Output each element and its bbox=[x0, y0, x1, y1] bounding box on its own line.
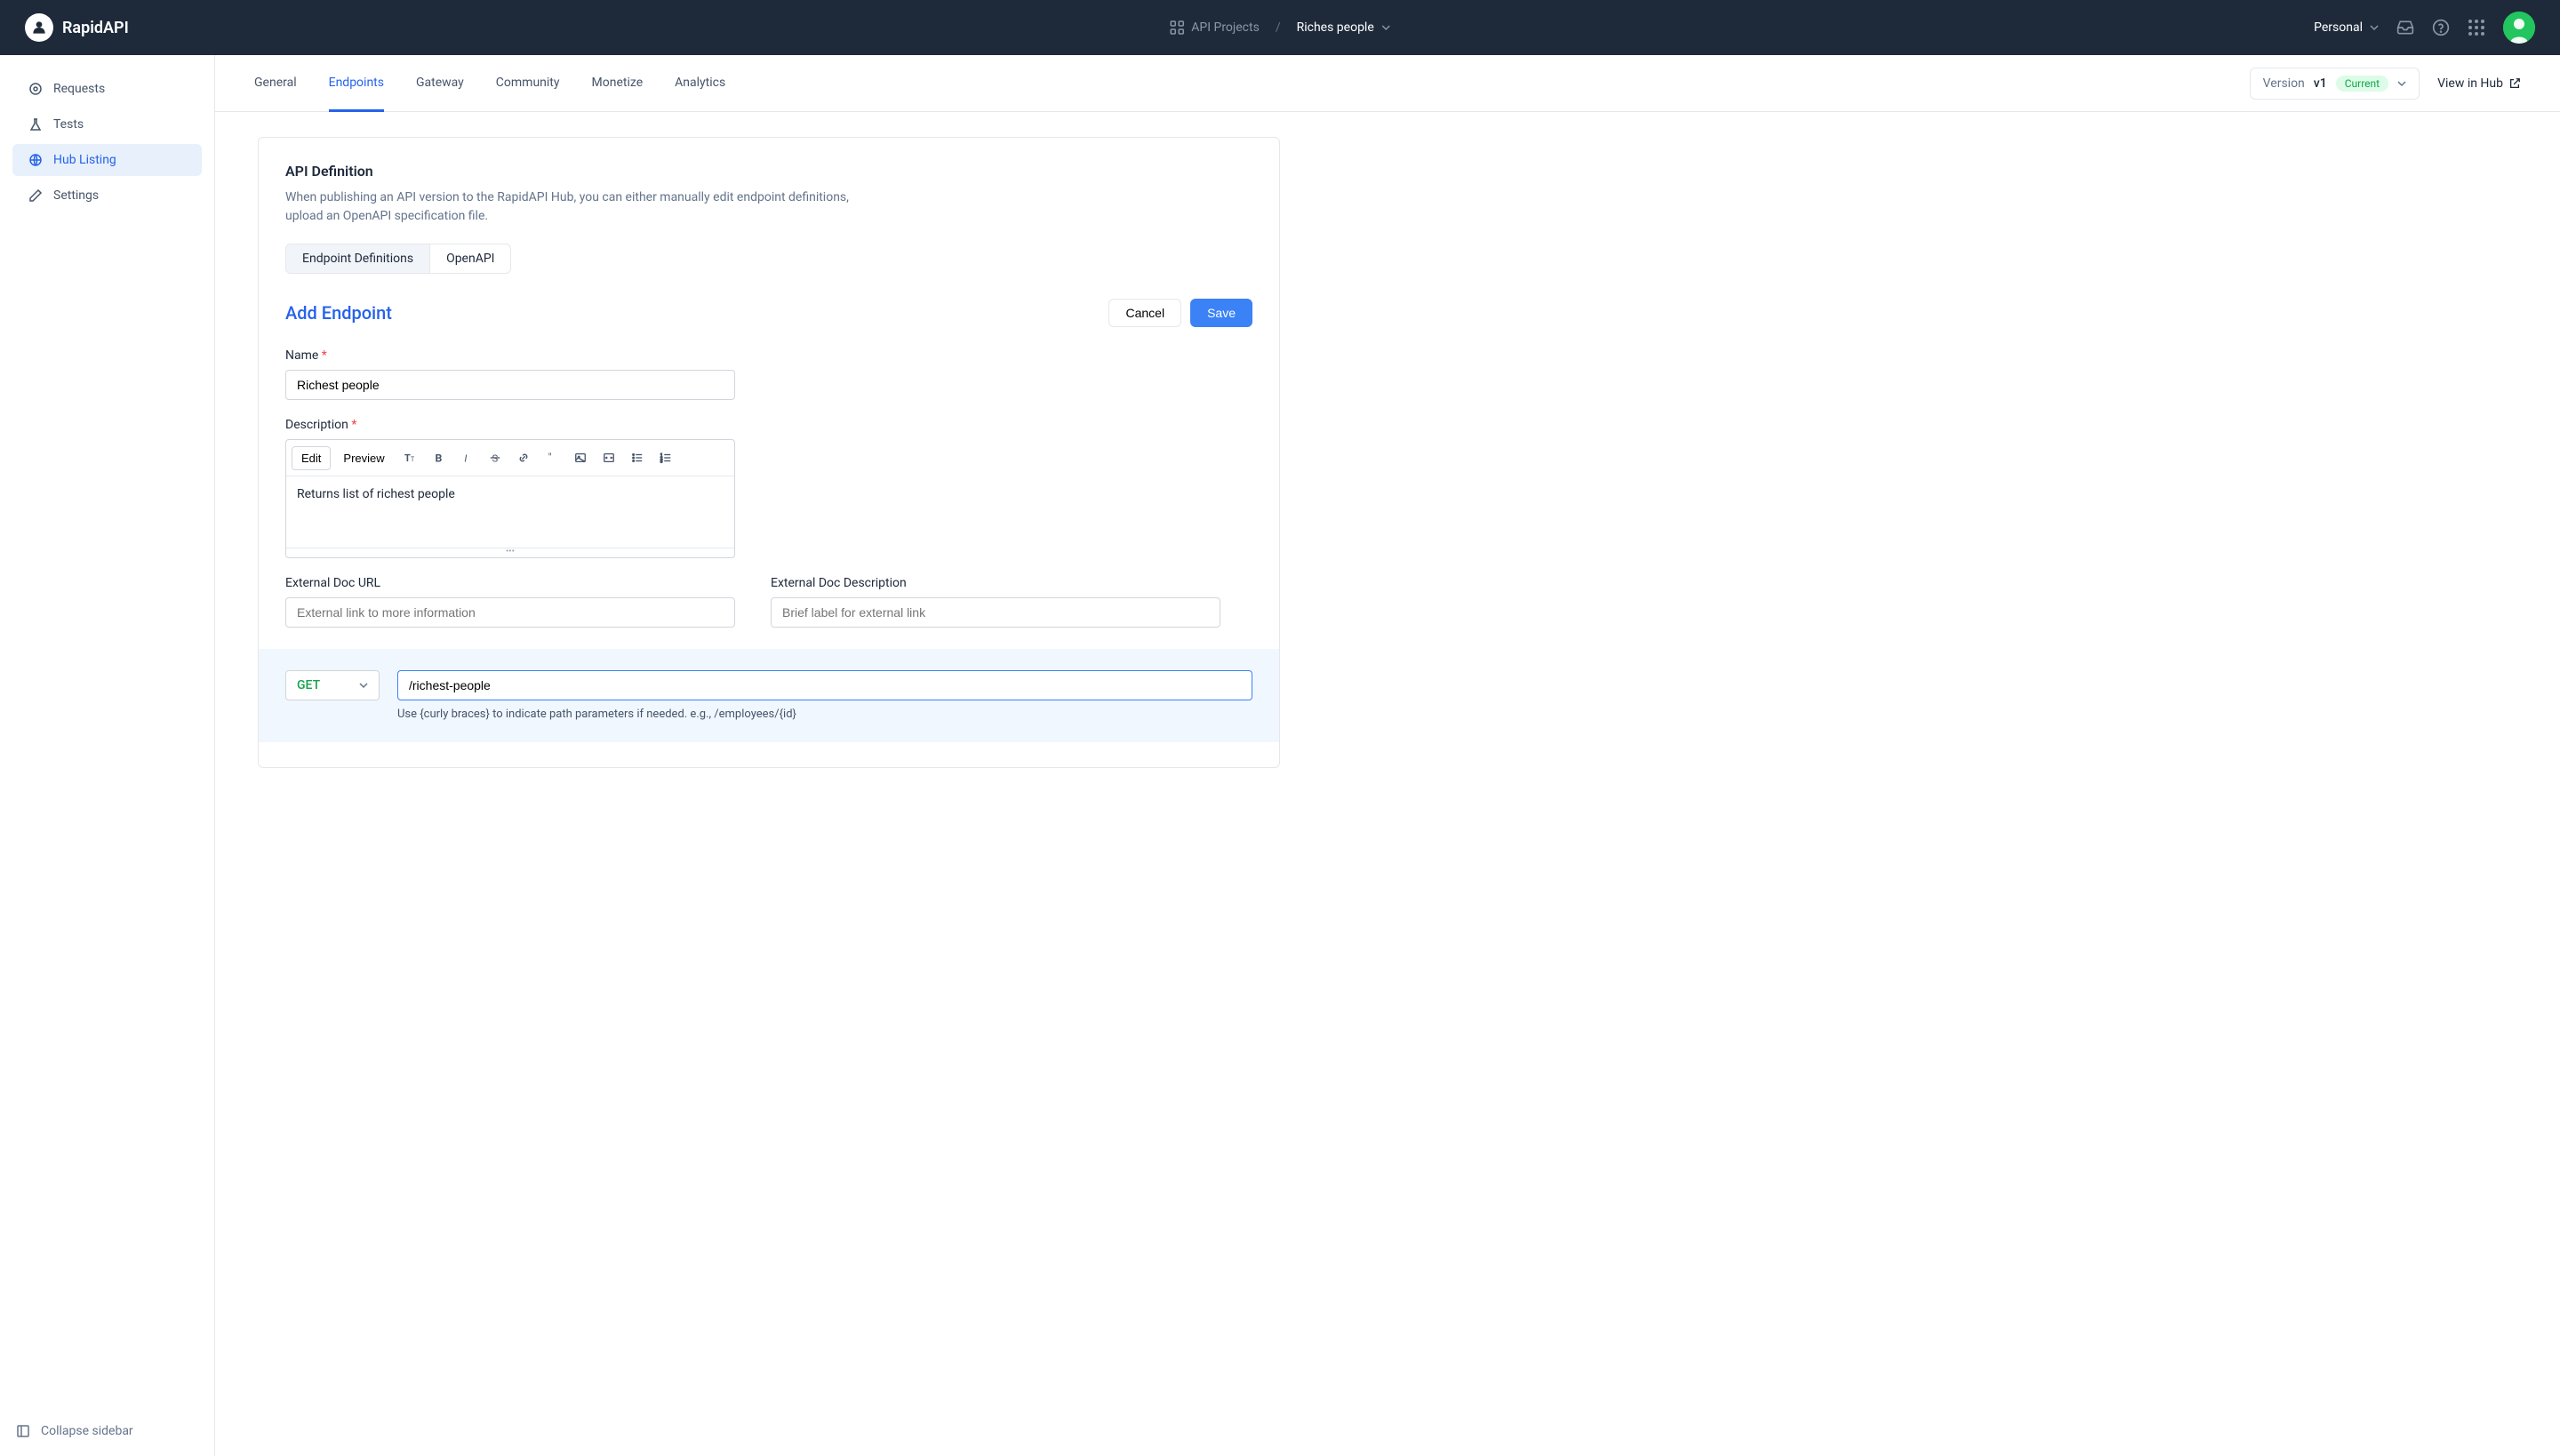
strikethrough-icon[interactable]: S bbox=[483, 445, 508, 470]
save-button[interactable]: Save bbox=[1190, 299, 1252, 327]
header-right: Personal bbox=[2314, 12, 2535, 44]
brand-name: RapidAPI bbox=[62, 19, 129, 37]
sidebar-item-settings[interactable]: Settings bbox=[12, 180, 202, 212]
chevron-down-icon bbox=[359, 681, 368, 690]
tab-monetize[interactable]: Monetize bbox=[592, 55, 644, 112]
user-avatar[interactable] bbox=[2503, 12, 2535, 44]
editor-resize-handle[interactable]: ••• bbox=[286, 548, 734, 557]
section-title: API Definition bbox=[285, 163, 1252, 180]
path-hint-text: Use {curly braces} to indicate path para… bbox=[397, 708, 1252, 721]
sidebar-item-hub-listing[interactable]: Hub Listing bbox=[12, 144, 202, 176]
subtab-openapi[interactable]: OpenAPI bbox=[430, 244, 511, 274]
code-icon[interactable] bbox=[596, 445, 621, 470]
svg-text:B: B bbox=[435, 452, 442, 464]
svg-text:I: I bbox=[464, 452, 467, 464]
globe-icon bbox=[28, 153, 43, 167]
external-doc-desc-input[interactable] bbox=[771, 597, 1220, 628]
chevron-down-icon bbox=[2397, 79, 2406, 88]
breadcrumb-separator: / bbox=[1276, 20, 1281, 35]
svg-text:3: 3 bbox=[660, 460, 663, 464]
sidebar-item-label: Hub Listing bbox=[53, 153, 116, 167]
logo-icon bbox=[25, 13, 53, 42]
heading-icon[interactable]: TT bbox=[397, 445, 422, 470]
svg-text:T: T bbox=[411, 456, 415, 463]
pencil-icon bbox=[28, 188, 43, 203]
collapse-icon bbox=[16, 1424, 30, 1438]
version-selector[interactable]: Version v1 Current bbox=[2250, 68, 2420, 100]
form-title: Add Endpoint bbox=[285, 302, 392, 324]
sidebar-item-requests[interactable]: Requests bbox=[12, 73, 202, 105]
sidebar: Requests Tests Hub Listing Settings Coll… bbox=[0, 55, 215, 1456]
http-method-select[interactable]: GET bbox=[285, 670, 380, 700]
sidebar-item-tests[interactable]: Tests bbox=[12, 108, 202, 140]
view-in-hub-link[interactable]: View in Hub bbox=[2437, 76, 2521, 91]
cancel-button[interactable]: Cancel bbox=[1108, 299, 1181, 327]
edit-button[interactable]: Edit bbox=[292, 446, 331, 470]
breadcrumb-current[interactable]: Riches people bbox=[1297, 20, 1390, 35]
description-textarea[interactable]: Returns list of richest people bbox=[286, 476, 734, 548]
help-icon[interactable] bbox=[2432, 19, 2450, 36]
apps-grid-icon[interactable] bbox=[2468, 19, 2485, 36]
endpoint-path-section: GET Use {curly braces} to indicate path … bbox=[259, 649, 1279, 742]
description-label: Description * bbox=[285, 418, 1252, 432]
svg-text:T: T bbox=[404, 452, 411, 464]
tab-endpoints[interactable]: Endpoints bbox=[329, 55, 384, 112]
preview-button[interactable]: Preview bbox=[334, 447, 393, 469]
target-icon bbox=[28, 82, 43, 96]
ordered-list-icon[interactable]: 123 bbox=[653, 445, 678, 470]
version-badge: Current bbox=[2336, 76, 2388, 92]
sidebar-item-label: Tests bbox=[53, 117, 84, 132]
external-doc-url-label: External Doc URL bbox=[285, 576, 735, 590]
section-description: When publishing an API version to the Ra… bbox=[285, 188, 863, 226]
collapse-sidebar-button[interactable]: Collapse sidebar bbox=[0, 1406, 214, 1456]
tab-analytics[interactable]: Analytics bbox=[675, 55, 725, 112]
tab-bar: General Endpoints Gateway Community Mone… bbox=[215, 55, 2560, 112]
unordered-list-icon[interactable] bbox=[625, 445, 650, 470]
sidebar-item-label: Requests bbox=[53, 82, 105, 96]
tab-community[interactable]: Community bbox=[496, 55, 560, 112]
bold-icon[interactable]: B bbox=[426, 445, 451, 470]
italic-icon[interactable]: I bbox=[454, 445, 479, 470]
subtab-endpoint-definitions[interactable]: Endpoint Definitions bbox=[285, 244, 430, 274]
external-doc-desc-label: External Doc Description bbox=[771, 576, 1220, 590]
flask-icon bbox=[28, 117, 43, 132]
description-editor: Edit Preview TT B I S " bbox=[285, 439, 735, 558]
workspace-selector[interactable]: Personal bbox=[2314, 20, 2379, 35]
tab-gateway[interactable]: Gateway bbox=[416, 55, 464, 112]
name-input[interactable] bbox=[285, 370, 735, 400]
tab-general[interactable]: General bbox=[254, 55, 297, 112]
image-icon[interactable] bbox=[568, 445, 593, 470]
editor-toolbar: Edit Preview TT B I S " bbox=[286, 440, 734, 476]
sidebar-item-label: Settings bbox=[53, 188, 99, 203]
breadcrumb: API Projects / Riches people bbox=[1170, 20, 1390, 35]
main-content: General Endpoints Gateway Community Mone… bbox=[215, 55, 2560, 1456]
endpoint-path-input[interactable] bbox=[397, 670, 1252, 700]
quote-icon[interactable]: " bbox=[540, 445, 564, 470]
brand-logo[interactable]: RapidAPI bbox=[25, 13, 129, 42]
name-label: Name * bbox=[285, 348, 1252, 363]
link-icon[interactable] bbox=[511, 445, 536, 470]
breadcrumb-root[interactable]: API Projects bbox=[1170, 20, 1260, 35]
external-link-icon bbox=[2508, 77, 2521, 90]
external-doc-url-input[interactable] bbox=[285, 597, 735, 628]
top-header: RapidAPI API Projects / Riches people Pe… bbox=[0, 0, 2560, 55]
svg-text:": " bbox=[548, 452, 551, 464]
inbox-icon[interactable] bbox=[2396, 19, 2414, 36]
